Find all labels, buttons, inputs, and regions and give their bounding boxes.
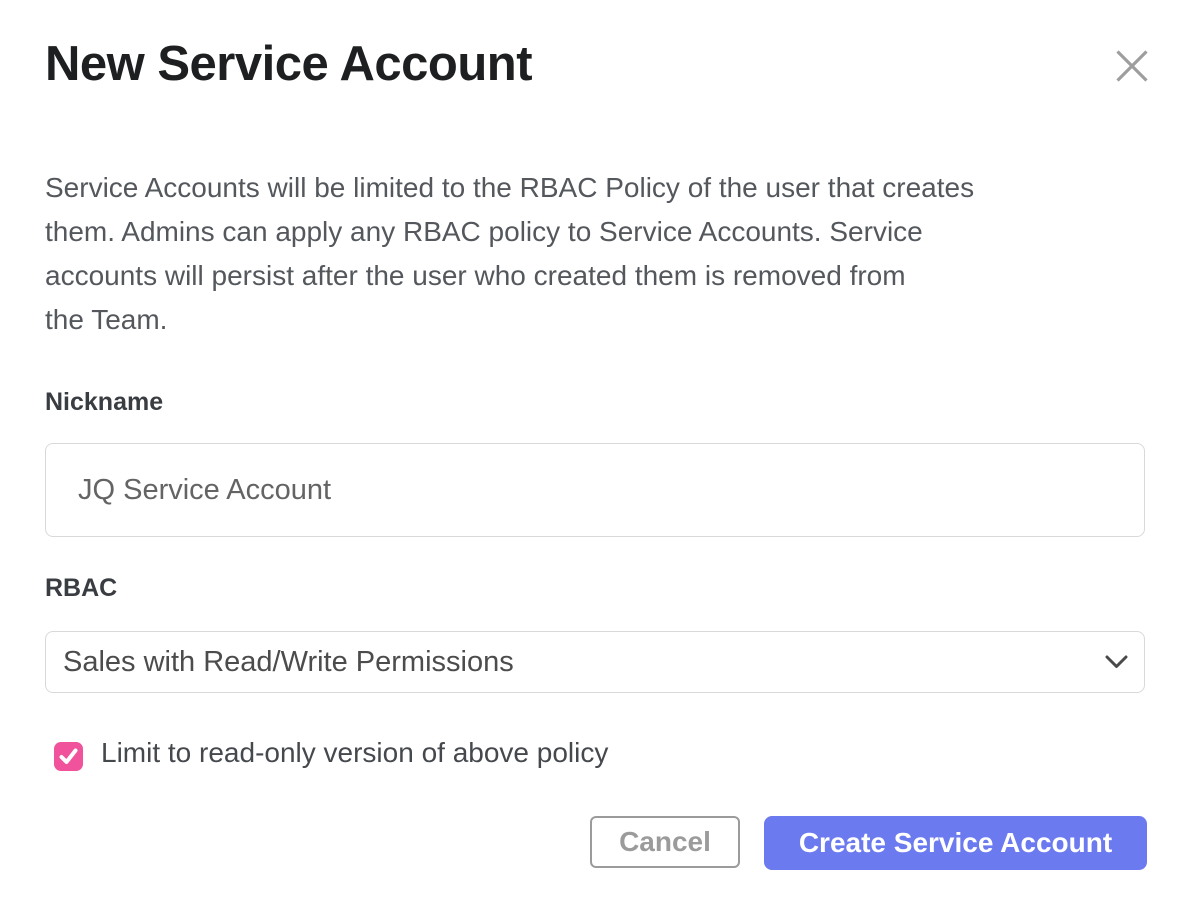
chevron-down-icon (1105, 655, 1128, 669)
description-line: the Team. (45, 298, 1155, 342)
close-icon (1115, 49, 1149, 83)
close-button[interactable] (1108, 42, 1156, 90)
read-only-checkbox-label[interactable]: Limit to read-only version of above poli… (101, 737, 608, 769)
description-line: them. Admins can apply any RBAC policy t… (45, 210, 1155, 254)
check-icon (58, 746, 79, 767)
modal-title: New Service Account (45, 36, 532, 92)
read-only-checkbox[interactable] (54, 742, 83, 771)
cancel-button[interactable]: Cancel (590, 816, 740, 868)
description-line: accounts will persist after the user who… (45, 254, 1155, 298)
description-line: Service Accounts will be limited to the … (45, 166, 1155, 210)
rbac-select[interactable]: Sales with Read/Write Permissions (45, 631, 1145, 693)
nickname-input[interactable] (45, 443, 1145, 537)
modal-description: Service Accounts will be limited to the … (45, 166, 1155, 342)
nickname-label: Nickname (45, 388, 163, 417)
new-service-account-modal: New Service Account Service Accounts wil… (0, 0, 1190, 904)
rbac-selected-option: Sales with Read/Write Permissions (63, 646, 514, 679)
create-service-account-button[interactable]: Create Service Account (764, 816, 1147, 870)
rbac-label: RBAC (45, 574, 117, 603)
